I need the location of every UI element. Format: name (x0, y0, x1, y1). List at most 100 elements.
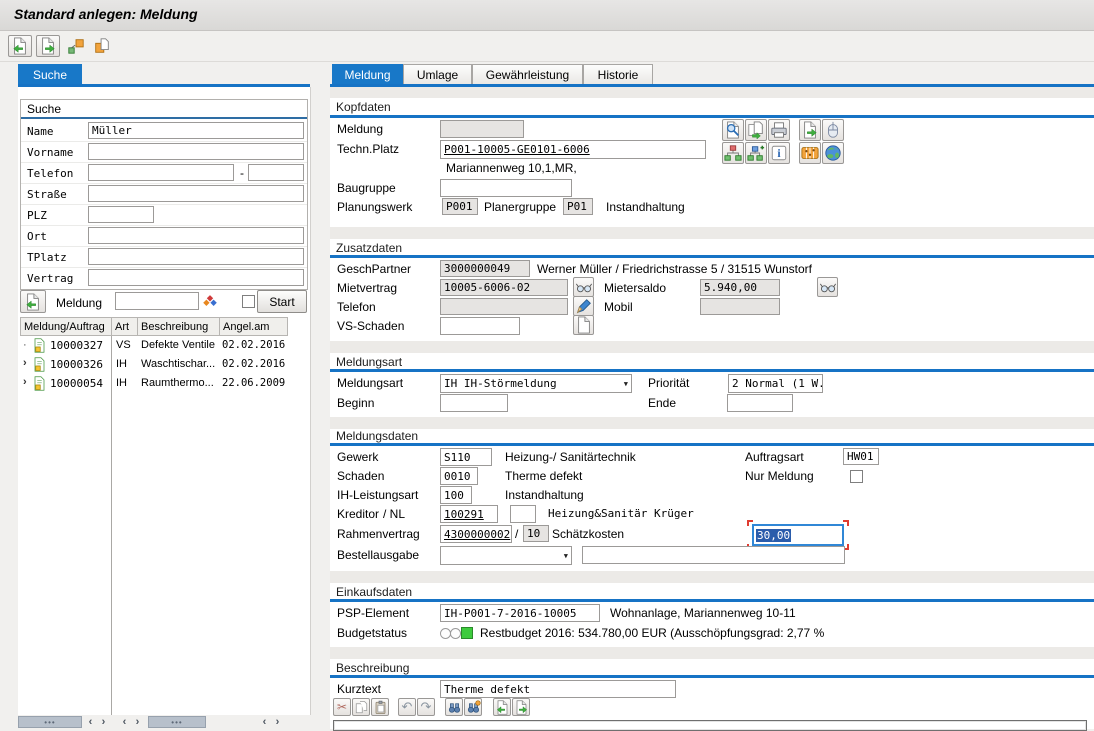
scroll-right-button[interactable]: › (97, 716, 110, 728)
bestellausgabe-text-input[interactable] (582, 546, 845, 564)
schaetzkosten-input[interactable]: 30,00 (752, 524, 844, 546)
vs-schaden-input[interactable] (440, 317, 520, 335)
h-scrollbar-thumb[interactable]: ••• (148, 716, 206, 728)
search-button[interactable] (722, 119, 744, 141)
mietersaldo-field: 5.940,00 (700, 279, 780, 296)
ende-input[interactable] (727, 394, 793, 412)
globe-button[interactable] (822, 142, 844, 164)
tplatz-input[interactable] (88, 248, 304, 265)
scroll-right-button[interactable]: › (131, 716, 144, 728)
row-nummer[interactable]: 10000326 (50, 358, 103, 371)
save-text-button[interactable] (512, 698, 530, 716)
window-title-bar: Standard anlegen: Meldung (0, 0, 1094, 31)
meldung-search-input[interactable] (115, 292, 199, 310)
ort-input[interactable] (88, 227, 304, 244)
auftragsart-field[interactable]: HW01 (843, 448, 879, 465)
abacus-icon (801, 144, 819, 162)
row-expander[interactable]: · (23, 339, 27, 351)
geschpartner-description: Werner Müller / Friedrichstrasse 5 / 315… (537, 262, 812, 276)
ih-leistungsart-input[interactable]: 100 (440, 486, 472, 504)
meldungsart-select[interactable]: IH IH-Störmeldung▼ (440, 374, 632, 393)
new-doc-button[interactable] (573, 315, 594, 335)
name-input[interactable]: Müller (88, 122, 304, 139)
tab-suche[interactable]: Suche (18, 64, 82, 85)
cut-button[interactable]: ✂ (333, 698, 351, 716)
column-header-art[interactable]: Art (112, 317, 138, 336)
print-button[interactable] (768, 119, 790, 141)
paste-buffer-button[interactable] (493, 698, 511, 716)
tab-gewaehrleistung[interactable]: Gewährleistung (472, 64, 583, 85)
copy-object-button[interactable] (90, 35, 114, 57)
rahmenvertrag-input[interactable]: 4300000002 (440, 525, 512, 543)
telefon-ext-input[interactable] (248, 164, 304, 181)
start-checkbox[interactable] (242, 295, 255, 308)
nur-meldung-checkbox[interactable] (850, 470, 863, 483)
kreditor-input[interactable]: 100291 (440, 505, 498, 523)
long-text-editor[interactable] (333, 720, 1087, 731)
gewerk-input[interactable]: S110 (440, 448, 492, 466)
table-row[interactable]: · 10000327 VS Defekte Ventile 02.02.2016 (20, 336, 288, 355)
edit-button[interactable] (573, 296, 594, 316)
table-row[interactable]: › 10000326 IH Waschtischar... 02.02.2016 (20, 355, 288, 374)
find-next-button[interactable] (464, 698, 482, 716)
goto-doc-button[interactable] (799, 119, 821, 141)
refresh-button[interactable] (20, 290, 46, 313)
display-mietersaldo-button[interactable] (817, 277, 838, 297)
telefon-input[interactable] (88, 164, 234, 181)
start-button[interactable]: Start (257, 290, 307, 313)
strasse-input[interactable] (88, 185, 304, 202)
scroll-left-button[interactable]: ‹ (118, 716, 131, 728)
psp-element-input[interactable]: IH-P001-7-2016-10005 (440, 604, 600, 622)
hierarchy-new-button[interactable] (745, 142, 767, 164)
mobil-field (700, 298, 780, 315)
gewerk-description: Heizung-/ Sanitärtechnik (505, 450, 636, 464)
vorname-input[interactable] (88, 143, 304, 160)
prioritaet-select[interactable]: 2 Normal (1 W...▼ (728, 374, 823, 393)
transfer-objects-button[interactable] (64, 35, 88, 57)
copy-doc-button[interactable] (745, 119, 767, 141)
paste-button[interactable] (371, 698, 389, 716)
display-mietvertrag-button[interactable] (573, 277, 594, 297)
notification-icon (32, 376, 47, 391)
export-doc-button[interactable] (36, 35, 60, 57)
info-button[interactable] (768, 142, 790, 164)
scroll-left-button[interactable]: ‹ (258, 716, 271, 728)
tab-meldung[interactable]: Meldung (332, 64, 403, 85)
import-doc-button[interactable] (8, 35, 32, 57)
techn-platz-description: Mariannenweg 10,1,MR, (446, 161, 577, 175)
row-nummer[interactable]: 10000054 (50, 377, 103, 390)
tab-historie[interactable]: Historie (583, 64, 653, 85)
find-button[interactable] (445, 698, 463, 716)
abacus-button[interactable] (799, 142, 821, 164)
schaden-input[interactable]: 0010 (440, 467, 478, 485)
copy-button[interactable] (352, 698, 370, 716)
column-header-meldung-auftrag[interactable]: Meldung/Auftrag (20, 317, 112, 336)
baugruppe-input[interactable] (440, 179, 572, 197)
row-nummer[interactable]: 10000327 (50, 339, 103, 352)
undo-button[interactable]: ↶ (398, 698, 416, 716)
column-header-beschreibung[interactable]: Beschreibung (138, 317, 220, 336)
row-expander[interactable]: › (23, 376, 27, 388)
table-row[interactable]: › 10000054 IH Raumthermo... 22.06.2009 (20, 374, 288, 393)
plz-input[interactable] (88, 206, 154, 223)
scroll-left-button[interactable]: ‹ (84, 716, 97, 728)
beginn-input[interactable] (440, 394, 508, 412)
selection-options-icon (201, 292, 219, 310)
row-expander[interactable]: › (23, 357, 27, 369)
vertrag-input[interactable] (88, 269, 304, 286)
row-beschreibung: Waschtischar... (141, 358, 221, 370)
tab-umlage[interactable]: Umlage (403, 64, 472, 85)
hierarchy-button[interactable] (722, 142, 744, 164)
kreditor-nl-input[interactable] (510, 505, 536, 523)
kreditor-nl-label: / NL (383, 507, 405, 521)
selection-options-button[interactable] (201, 292, 220, 311)
scroll-right-button[interactable]: › (271, 716, 284, 728)
kurztext-input[interactable]: Therme defekt (440, 680, 676, 698)
mouse-button[interactable] (822, 119, 844, 141)
bestellausgabe-select[interactable]: ▼ (440, 546, 572, 565)
h-scrollbar-thumb[interactable]: ••• (18, 716, 82, 728)
techn-platz-input[interactable]: P001-10005-GE0101-6006 (440, 140, 706, 159)
redo-button[interactable]: ↷ (417, 698, 435, 716)
column-header-angel-am[interactable]: Angel.am (220, 317, 288, 336)
baugruppe-label: Baugruppe (337, 181, 396, 195)
